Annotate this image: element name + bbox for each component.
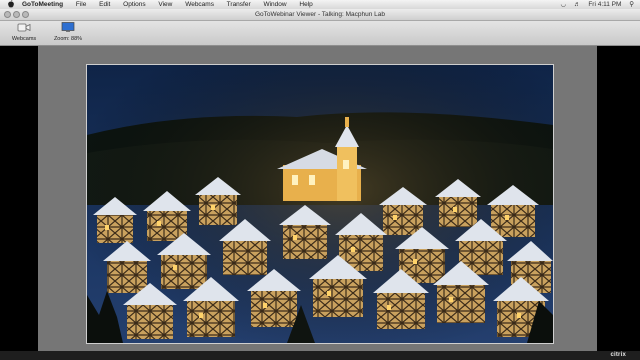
menu-file[interactable]: File [76, 1, 86, 8]
webcams-button[interactable]: Webcams [10, 22, 38, 42]
shared-screen-panel [38, 46, 597, 351]
monitor-zoom-icon [52, 22, 84, 35]
webcam-icon [10, 22, 38, 35]
status-clock[interactable]: Fri 4:11 PM [588, 1, 621, 8]
menu-transfer[interactable]: Transfer [227, 1, 251, 8]
menu-window[interactable]: Window [263, 1, 286, 8]
volume-icon[interactable]: ♬ [574, 1, 581, 8]
menu-help[interactable]: Help [299, 1, 312, 8]
menu-bar: GoToMeeting File Edit Options View Webca… [0, 0, 640, 9]
menu-app-name[interactable]: GoToMeeting [22, 1, 63, 8]
citrix-logo: citrix [610, 352, 626, 358]
zoom-button[interactable]: Zoom: 88% [52, 22, 84, 42]
zoom-window-button[interactable] [22, 11, 29, 18]
menu-status-area: ◡ ♬ Fri 4:11 PM ⚲ [555, 0, 634, 9]
window-title: GoToWebinar Viewer - Talking: Macphun La… [254, 11, 386, 18]
wifi-icon[interactable]: ◡ [561, 1, 567, 8]
spotlight-icon[interactable]: ⚲ [629, 1, 634, 8]
menu-edit[interactable]: Edit [99, 1, 110, 8]
menu-items: GoToMeeting File Edit Options View Webca… [22, 0, 324, 9]
status-bar: citrix [0, 351, 640, 360]
menu-webcams[interactable]: Webcams [185, 1, 214, 8]
village-night-photo [87, 65, 553, 343]
toolbar: Webcams Zoom: 88% [0, 21, 640, 46]
apple-menu-icon[interactable] [8, 0, 15, 9]
zoom-label: Zoom: 88% [53, 36, 83, 42]
title-bar[interactable]: GoToWebinar Viewer - Talking: Macphun La… [0, 9, 640, 21]
screen-share-area: citrix [0, 46, 640, 360]
viewer-window: GoToWebinar Viewer - Talking: Macphun La… [0, 9, 640, 360]
minimize-window-button[interactable] [13, 11, 20, 18]
webcams-label: Webcams [11, 36, 37, 42]
shared-photo [86, 64, 554, 344]
menu-view[interactable]: View [158, 1, 172, 8]
close-window-button[interactable] [4, 11, 11, 18]
menu-options[interactable]: Options [123, 1, 145, 8]
